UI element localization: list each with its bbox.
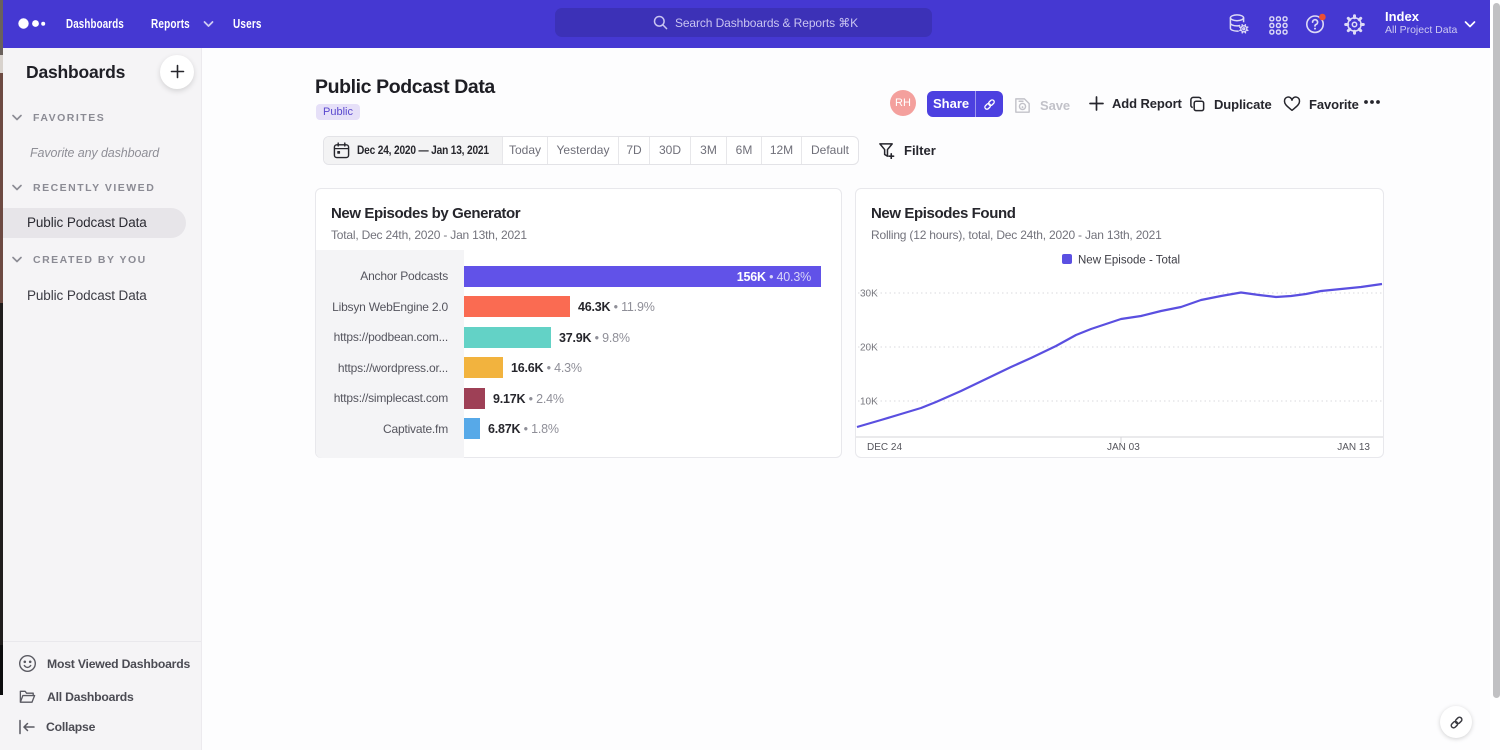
- svg-text:10K: 10K: [860, 397, 878, 408]
- svg-text:20K: 20K: [860, 343, 878, 354]
- svg-text:30K: 30K: [860, 289, 878, 300]
- svg-text:New Episode - Total: New Episode - Total: [1078, 255, 1180, 267]
